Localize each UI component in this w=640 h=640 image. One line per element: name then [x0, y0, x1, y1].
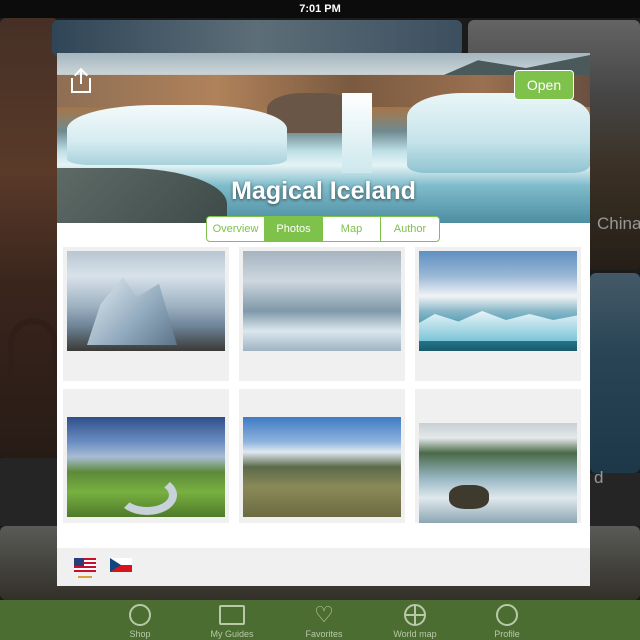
hero-waterfall-left: [67, 105, 287, 165]
guide-title: Magical Iceland: [231, 177, 416, 205]
photo-fjord-valley: [243, 417, 401, 517]
profile-icon: [496, 604, 518, 626]
hero-waterfall-right: [407, 93, 590, 173]
guide-detail-modal: Open Magical Iceland Overview Photos Map…: [57, 53, 590, 586]
photo-green-valley: [67, 417, 225, 517]
czech-flag-triangle: [110, 558, 121, 572]
photo-ice-floes: [419, 251, 577, 351]
tab-photos[interactable]: Photos: [265, 217, 323, 241]
photo-cell[interactable]: [63, 247, 229, 381]
us-flag-icon[interactable]: [74, 558, 96, 572]
shop-icon: [129, 604, 151, 626]
rock-shape: [449, 485, 489, 509]
guides-icon: [219, 605, 245, 625]
share-icon[interactable]: [71, 67, 91, 93]
tab-bar-label: My Guides: [210, 629, 254, 639]
photo-cell[interactable]: [415, 389, 581, 523]
tab-bar-my-guides[interactable]: My Guides: [200, 600, 264, 640]
tab-bar-label: Shop: [129, 629, 151, 639]
czech-flag-icon[interactable]: [110, 558, 132, 572]
tab-bar-profile[interactable]: Profile: [477, 600, 537, 640]
selected-language-indicator: [78, 576, 92, 578]
tab-bar-favorites[interactable]: ♡ Favorites: [294, 600, 354, 640]
tab-author[interactable]: Author: [381, 217, 439, 241]
us-flag-canton: [74, 558, 84, 566]
photo-river-rocks: [419, 423, 577, 523]
segmented-tabs: Overview Photos Map Author: [206, 216, 440, 242]
tab-map[interactable]: Map: [323, 217, 381, 241]
hero-image: Open Magical Iceland: [57, 53, 590, 223]
photo-cell[interactable]: [415, 247, 581, 381]
river-shape: [117, 475, 177, 515]
tab-bar-label: World map: [393, 629, 437, 639]
photo-cell[interactable]: [239, 247, 405, 381]
photo-cell[interactable]: [239, 389, 405, 523]
iceberg-shape: [87, 277, 177, 345]
tab-bar-label: Profile: [494, 629, 520, 639]
photo-cell[interactable]: [63, 389, 229, 523]
photo-glacier-lagoon: [243, 251, 401, 351]
tab-bar-label: Favorites: [305, 629, 343, 639]
status-bar: 7:01 PM: [0, 0, 640, 18]
tab-overview[interactable]: Overview: [207, 217, 265, 241]
language-bar: [57, 548, 590, 586]
tab-bar-world-map[interactable]: World map: [384, 600, 446, 640]
heart-icon: ♡: [314, 602, 334, 627]
photo-iceberg: [67, 251, 225, 351]
globe-icon: [404, 604, 426, 626]
ice-floes-shape: [419, 311, 577, 341]
bottom-tab-bar: Shop My Guides ♡ Favorites World map Pro…: [0, 600, 640, 640]
hero-waterfall-center: [342, 93, 372, 173]
tab-bar-shop[interactable]: Shop: [110, 600, 170, 640]
open-button[interactable]: Open: [514, 70, 574, 100]
status-time: 7:01 PM: [299, 3, 341, 15]
